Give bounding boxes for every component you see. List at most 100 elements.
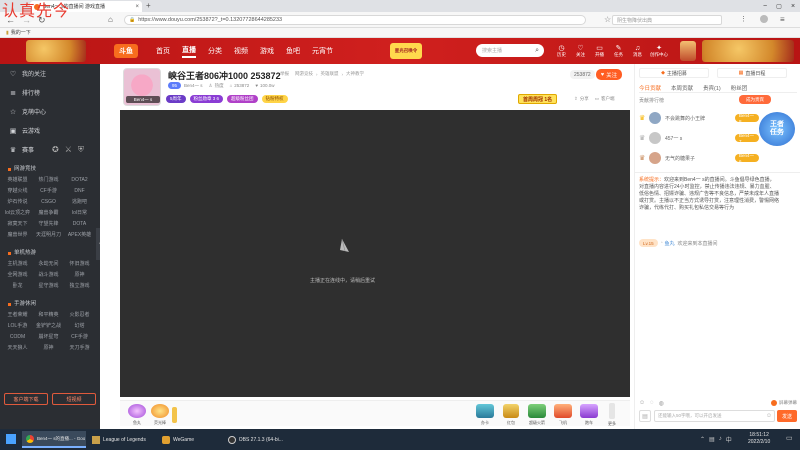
- site-search[interactable]: 搜索主播 ⌕: [476, 44, 544, 57]
- category-link[interactable]: 全网游戏: [2, 270, 33, 281]
- sidebar-section-title[interactable]: 网游竞技: [0, 163, 100, 175]
- task-promo-banner[interactable]: 王者任务: [759, 112, 795, 146]
- home-icon[interactable]: ⌂: [108, 15, 113, 24]
- nav-video[interactable]: 视频: [234, 46, 248, 56]
- send-button[interactable]: 发送: [777, 410, 797, 422]
- weekly-champion-badge[interactable]: 首周周冠 1名: [518, 94, 558, 104]
- tray-up-icon[interactable]: ⌃: [700, 436, 705, 443]
- nav-game[interactable]: 游戏: [260, 46, 274, 56]
- nav-live[interactable]: 直播: [182, 45, 196, 58]
- user-avatar[interactable]: [680, 41, 696, 61]
- super-fan-badge[interactable]: 超级粉丝团: [227, 95, 258, 103]
- category-tag[interactable]: 大神教学: [346, 71, 364, 77]
- windows-start-icon[interactable]: [6, 434, 16, 444]
- taskbar-app-wegame[interactable]: WeGame: [158, 431, 222, 448]
- message-button[interactable]: ♫ 消息: [628, 45, 647, 58]
- client-download-button[interactable]: 客户端下载: [4, 393, 48, 405]
- category-link[interactable]: 卧龙: [2, 281, 33, 292]
- rank-row[interactable]: ♛ 无气的糖果子 Ben4一 6: [639, 152, 759, 166]
- history-button[interactable]: ◷ 历史: [552, 44, 571, 58]
- chat-left-icon[interactable]: ▤: [639, 410, 651, 422]
- streamer-avatar[interactable]: Ben4一 s: [123, 68, 161, 106]
- bubble-icon[interactable]: ◌: [650, 400, 654, 406]
- notification-icon[interactable]: ▭: [786, 434, 793, 442]
- gift-item[interactable]: 跑车: [576, 404, 602, 426]
- taskbar-app-lol[interactable]: League of Legends: [88, 431, 156, 448]
- sidebar-item-follow[interactable]: ♡ 我的关注: [0, 64, 100, 83]
- profile-icon[interactable]: [760, 15, 768, 23]
- category-link[interactable]: 怀旧游戏: [64, 259, 95, 270]
- client-label[interactable]: 客户端: [601, 96, 615, 102]
- bookmark-star-icon[interactable]: ☆: [604, 15, 611, 24]
- category-link[interactable]: CF手游: [64, 332, 95, 343]
- gift-item[interactable]: 鱼丸: [126, 404, 148, 426]
- chat-input[interactable]: 还能输入50字哦，可以开启发送 ☺: [654, 410, 775, 422]
- become-vip-button[interactable]: 成为贵宾: [739, 95, 771, 104]
- short-video-button[interactable]: 短视频: [52, 393, 96, 405]
- category-link[interactable]: 英雄联盟: [2, 175, 33, 186]
- promo-badge[interactable]: 星光召唤令: [390, 43, 422, 59]
- gift-more-tab[interactable]: [172, 407, 177, 423]
- sidebar-section-title[interactable]: 手游休闲: [0, 298, 100, 310]
- category-link[interactable]: 逃跑吧: [64, 197, 95, 208]
- category-link[interactable]: 火影忍者: [64, 310, 95, 321]
- site-logo[interactable]: 斗鱼: [114, 44, 138, 58]
- rank-tab-fans[interactable]: 粉丝团: [731, 84, 748, 92]
- color-icon[interactable]: ◍: [659, 400, 664, 407]
- sidebar-item-cloud-game[interactable]: ▣ 云游戏: [0, 121, 100, 140]
- category-link[interactable]: CSGO: [33, 197, 64, 208]
- category-link[interactable]: CODM: [2, 332, 33, 343]
- category-link[interactable]: 原神: [64, 270, 95, 281]
- close-tab-icon[interactable]: ×: [135, 4, 139, 10]
- network-icon[interactable]: ▤: [709, 436, 715, 443]
- recruit-tab[interactable]: ◆ 主播招募: [639, 68, 709, 78]
- nav-home[interactable]: 首页: [156, 46, 170, 56]
- rank-row[interactable]: ♛ 不会跳舞的小王牌 Ben4一 8: [639, 112, 759, 126]
- sidebar-item-center[interactable]: ☆ 克萌中心: [0, 102, 100, 121]
- new-tab-icon[interactable]: +: [146, 1, 151, 10]
- minimize-icon[interactable]: −: [758, 3, 772, 10]
- gift-item[interactable]: 荧光棒: [148, 404, 172, 426]
- category-link[interactable]: 寂寞天下: [2, 219, 33, 230]
- browser-search-box[interactable]: 阴生物降伏出典: [612, 15, 722, 25]
- rank-row[interactable]: ♛ 457一 s Ben4一 7: [639, 132, 759, 146]
- category-link[interactable]: 天涯明月刀: [33, 230, 64, 241]
- gift-more-button[interactable]: 更多: [602, 403, 622, 427]
- category-link[interactable]: 炉石传说: [2, 197, 33, 208]
- start-live-button[interactable]: ▭ 开播: [590, 44, 609, 58]
- category-link[interactable]: APEX英雄: [64, 230, 95, 241]
- nav-festival[interactable]: 元宵节: [312, 46, 333, 56]
- category-link[interactable]: DOTA2: [64, 175, 95, 186]
- nav-fishbar[interactable]: 鱼吧: [286, 46, 300, 56]
- category-link[interactable]: DOTA: [64, 219, 95, 230]
- category-link[interactable]: 天天狼人: [2, 343, 33, 354]
- category-link[interactable]: lol云顶之弈: [2, 208, 33, 219]
- share-icon[interactable]: ⇪: [574, 96, 578, 102]
- category-link[interactable]: lol日常: [64, 208, 95, 219]
- extensions-icon[interactable]: ⋮: [740, 15, 747, 23]
- follow-button-main[interactable]: ♥ 关注: [596, 69, 622, 80]
- report-link[interactable]: 举报: [280, 71, 289, 77]
- gift-item[interactable]: 办卡: [472, 404, 498, 426]
- category-link[interactable]: 热门游戏: [33, 175, 64, 186]
- rank-tab-today[interactable]: 今日贡献: [639, 84, 661, 92]
- taskbar-app-chrome[interactable]: Ben4一 s的直播... - Google Chrome: [22, 431, 86, 448]
- category-link[interactable]: 穿越火线: [2, 186, 33, 197]
- creator-center-button[interactable]: ✦ 创作中心: [647, 44, 671, 58]
- fan-medal-badge[interactable]: 粉丝勋章 3 6: [189, 95, 224, 103]
- share-label[interactable]: 分享: [580, 96, 589, 102]
- danmaku-label[interactable]: 屏幕弹幕: [779, 400, 797, 406]
- client-icon[interactable]: ▭: [595, 96, 599, 102]
- sidebar-item-ranking[interactable]: ≣ 排行榜: [0, 83, 100, 102]
- welcome-user[interactable]: 鱼丸: [664, 240, 674, 247]
- category-link[interactable]: 主机游戏: [2, 259, 33, 270]
- rank-tab-vip[interactable]: 贵宾(1): [703, 84, 721, 92]
- category-link[interactable]: 天刀手游: [64, 343, 95, 354]
- category-tag[interactable]: 英雄联盟: [321, 71, 339, 77]
- gift-item[interactable]: 飞机: [550, 404, 576, 426]
- danmaku-toggle-icon[interactable]: [771, 400, 777, 406]
- category-link[interactable]: 金铲铲之战: [33, 321, 64, 332]
- close-window-icon[interactable]: ×: [786, 3, 800, 10]
- category-link[interactable]: 魔兽争霸: [33, 208, 64, 219]
- category-link[interactable]: 独立游戏: [64, 281, 95, 292]
